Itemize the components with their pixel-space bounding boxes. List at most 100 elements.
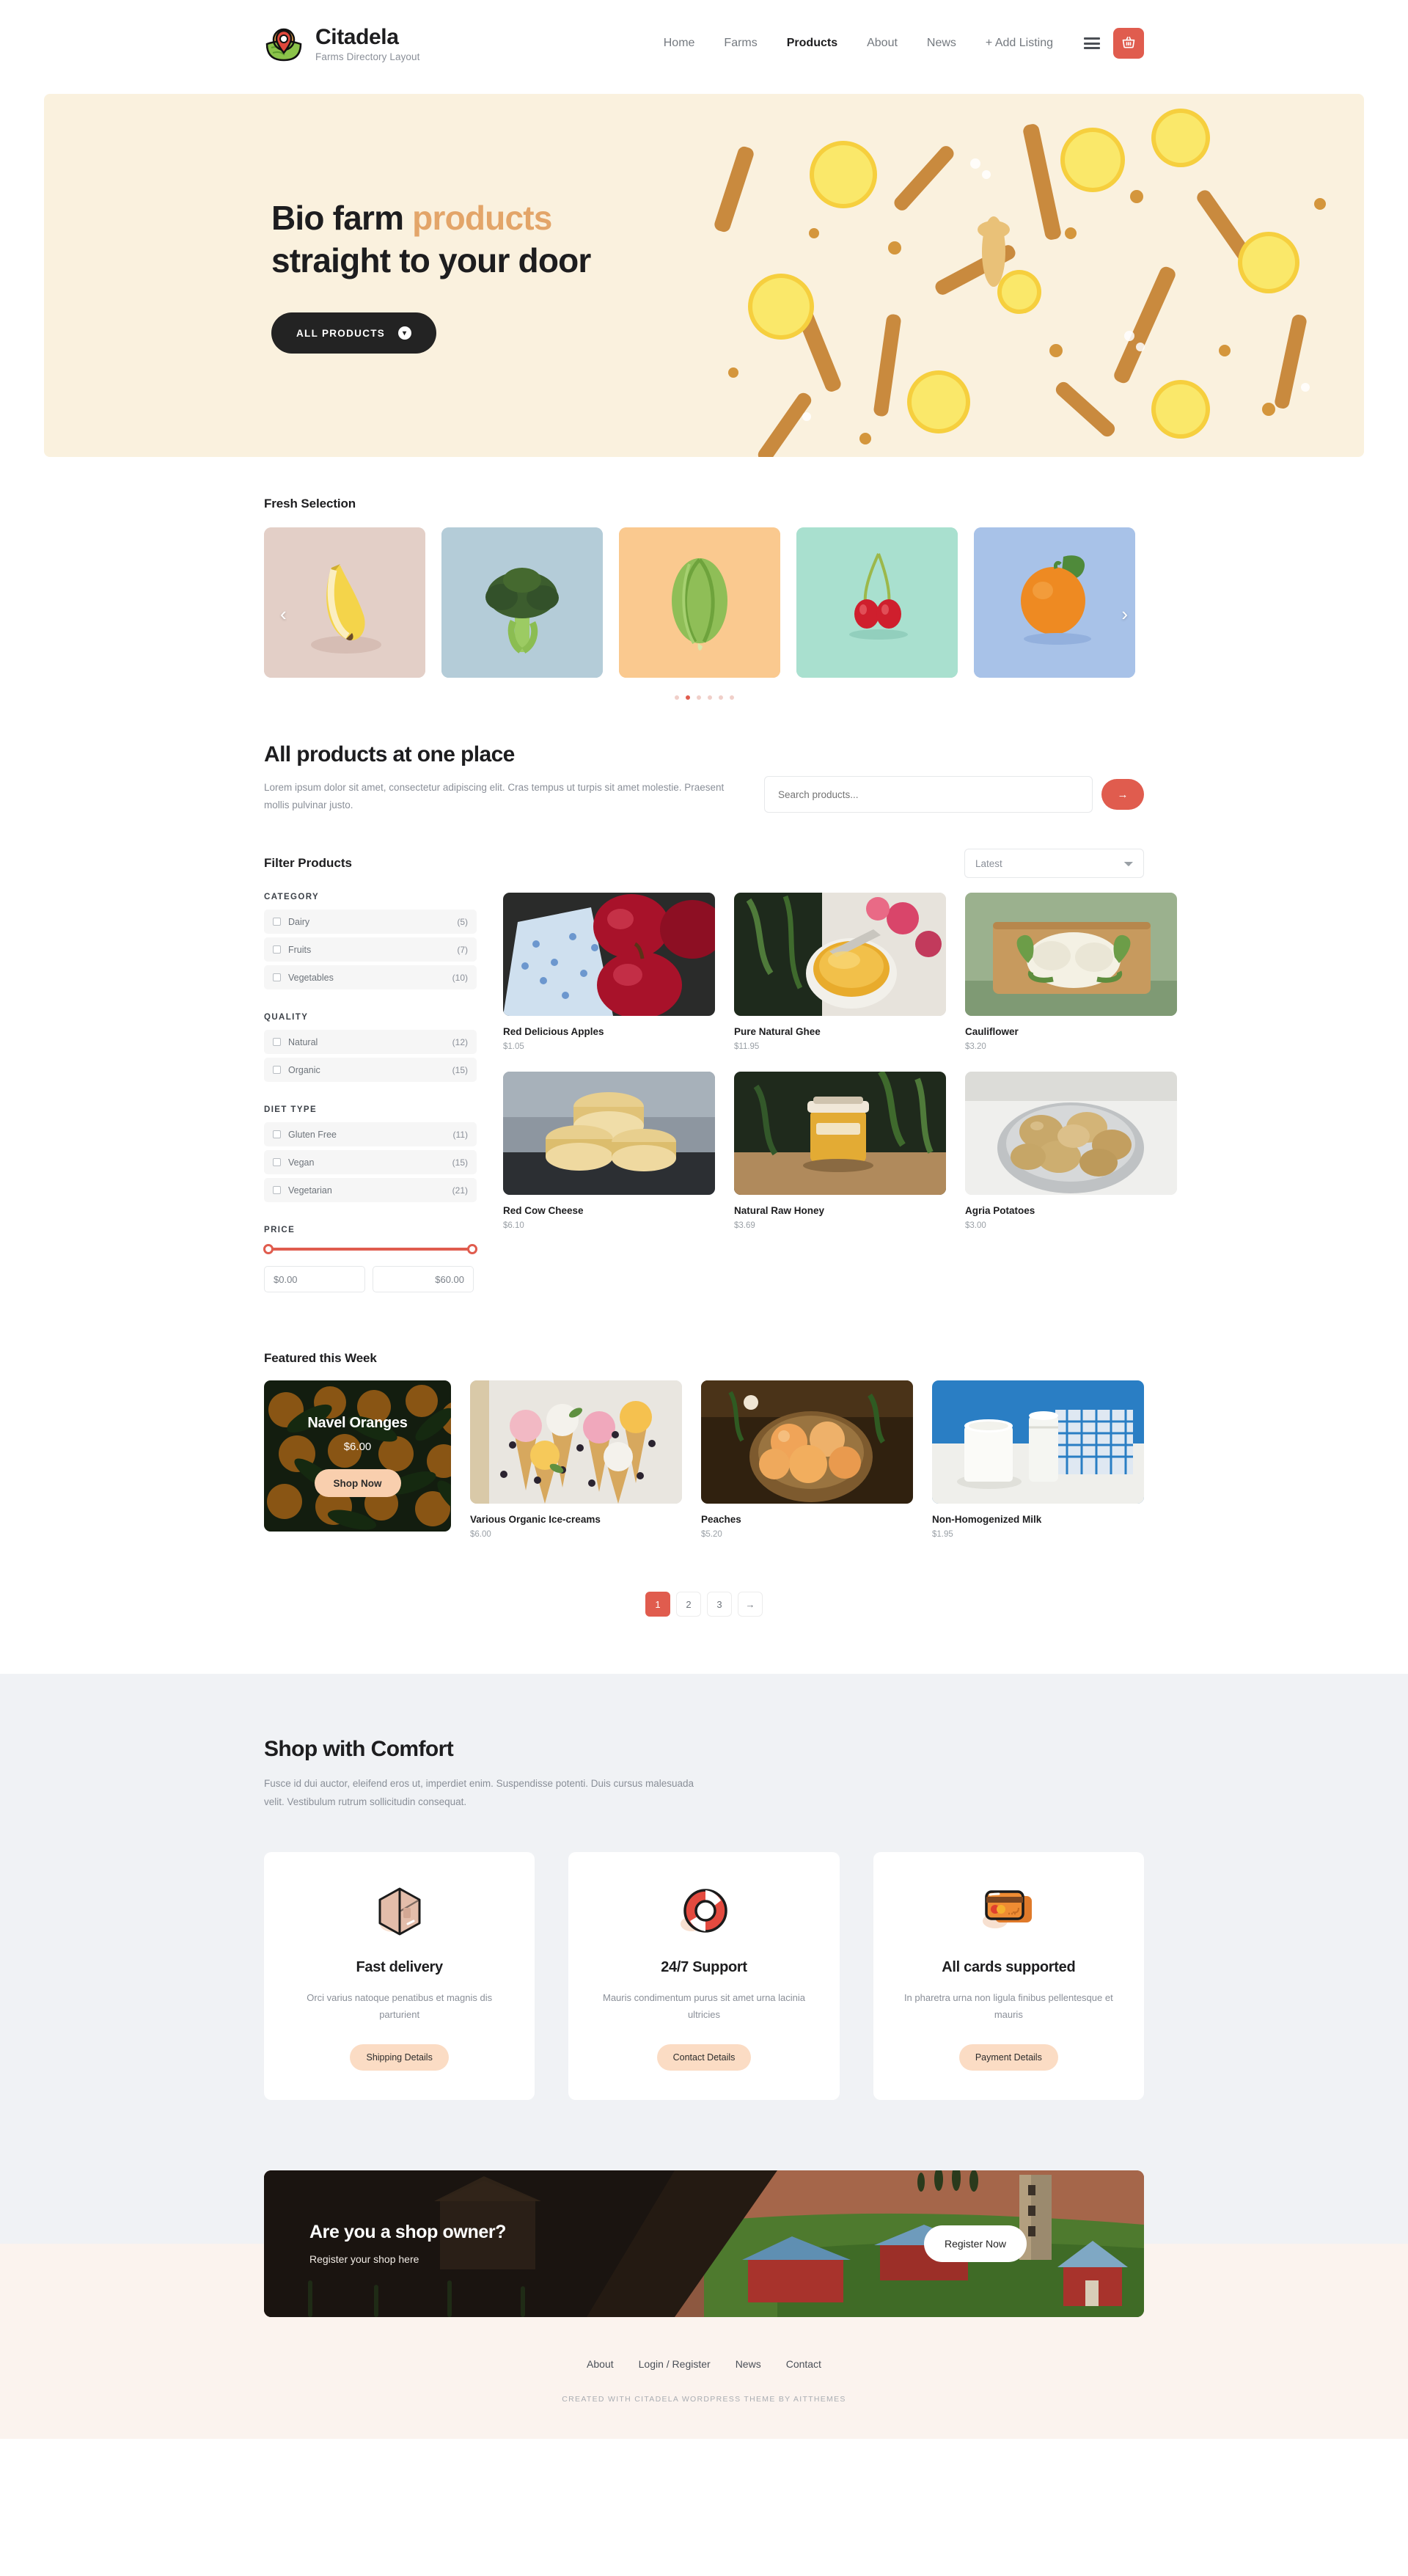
featured-hero-card-navel-oranges[interactable]: Navel Oranges $6.00 Shop Now bbox=[264, 1380, 451, 1532]
carousel-dot-1[interactable] bbox=[685, 695, 690, 700]
checkbox-natural[interactable] bbox=[273, 1038, 281, 1047]
cart-button[interactable] bbox=[1113, 28, 1144, 59]
product-grid: Red Delicious Apples $1.05 Pure Natural … bbox=[503, 893, 1177, 1230]
shopping-basket-icon bbox=[1121, 35, 1136, 52]
page-button-2[interactable]: 2 bbox=[676, 1592, 701, 1617]
contact-details-button[interactable]: Contact Details bbox=[656, 2043, 752, 2071]
footer-link-news[interactable]: News bbox=[736, 2358, 761, 2370]
product-card-peaches[interactable]: Peaches $5.20 bbox=[701, 1380, 913, 1539]
shop-now-button[interactable]: Shop Now bbox=[314, 1469, 401, 1498]
search-input[interactable] bbox=[764, 776, 1093, 813]
featured-section: Navel Oranges $6.00 Shop Now Various Org… bbox=[264, 1380, 1144, 1539]
nav-item-add-listing[interactable]: + Add Listing bbox=[971, 37, 1068, 49]
price-range-slider[interactable] bbox=[263, 1243, 477, 1256]
price-slider-min-handle[interactable] bbox=[263, 1244, 274, 1255]
carousel-dot-5[interactable] bbox=[729, 695, 734, 700]
product-search: → bbox=[764, 776, 1144, 813]
filter-option-vegetables[interactable]: Vegetables (10) bbox=[264, 965, 477, 990]
hero-title-accent: products bbox=[412, 198, 552, 237]
hero-title: Bio farm products straight to your door bbox=[271, 197, 591, 282]
checkbox-vegetarian[interactable] bbox=[273, 1186, 281, 1195]
nav-item-home[interactable]: Home bbox=[649, 37, 710, 49]
shop-owner-banner: Are you a shop owner? Register your shop… bbox=[264, 2170, 1144, 2317]
product-card-cauliflower[interactable]: Cauliflower $3.20 bbox=[965, 893, 1177, 1051]
carousel-slide-banana[interactable] bbox=[264, 527, 425, 678]
shipping-details-button[interactable]: Shipping Details bbox=[350, 2043, 449, 2071]
product-price: $1.05 bbox=[503, 1042, 524, 1052]
price-max-input[interactable] bbox=[373, 1266, 474, 1293]
nav-item-about[interactable]: About bbox=[852, 37, 912, 49]
product-price: $6.10 bbox=[503, 1221, 524, 1231]
product-price: $3.20 bbox=[965, 1042, 986, 1052]
brand-logo-link[interactable]: Citadela Farms Directory Layout bbox=[264, 23, 420, 63]
search-submit-button[interactable]: → bbox=[1101, 779, 1144, 810]
price-min-input[interactable] bbox=[264, 1266, 365, 1293]
carousel-dot-2[interactable] bbox=[696, 695, 701, 700]
nav-item-news[interactable]: News bbox=[912, 37, 971, 49]
product-name: Agria Potatoes bbox=[965, 1205, 1035, 1217]
checkbox-vegan[interactable] bbox=[273, 1158, 281, 1167]
chevron-left-icon[interactable]: ‹ bbox=[280, 604, 287, 623]
comfort-lead: Fusce id dui auctor, eleifend eros ut, i… bbox=[264, 1778, 694, 1807]
checkbox-fruits[interactable] bbox=[273, 945, 281, 954]
pagination: 1 2 3 → bbox=[264, 1592, 1144, 1674]
product-card-red-cow-cheese[interactable]: Red Cow Cheese $6.10 bbox=[503, 1072, 715, 1230]
all-products-description: Lorem ipsum dolor sit amet, consectetur … bbox=[264, 782, 725, 811]
carousel-slide-cherries[interactable] bbox=[796, 527, 958, 678]
comfort-card-text: Orci varius natoque penatibus et magnis … bbox=[307, 1991, 493, 2021]
checkbox-gluten-free[interactable] bbox=[273, 1130, 281, 1139]
product-card-pure-natural-ghee[interactable]: Pure Natural Ghee $11.95 bbox=[734, 893, 946, 1051]
filter-products-title: Filter Products bbox=[264, 856, 352, 871]
filter-count-vegan: (15) bbox=[452, 1157, 468, 1168]
filter-option-natural[interactable]: Natural (12) bbox=[264, 1030, 477, 1055]
footer-link-login-register[interactable]: Login / Register bbox=[639, 2358, 711, 2370]
carousel-slide-broccoli[interactable] bbox=[441, 527, 603, 678]
payment-details-button[interactable]: Payment Details bbox=[958, 2043, 1058, 2071]
filter-option-gluten-free[interactable]: Gluten Free (11) bbox=[264, 1122, 477, 1147]
chevron-right-icon[interactable]: › bbox=[1121, 604, 1128, 623]
price-slider-max-handle[interactable] bbox=[467, 1244, 477, 1255]
product-card-various-organic-ice-creams[interactable]: Various Organic Ice-creams $6.00 bbox=[470, 1380, 682, 1539]
checkbox-dairy[interactable] bbox=[273, 918, 281, 926]
checkbox-vegetables[interactable] bbox=[273, 973, 281, 982]
product-card-non-homogenized-milk[interactable]: Non-Homogenized Milk $1.95 bbox=[932, 1380, 1144, 1539]
carousel-slide-cabbage[interactable] bbox=[619, 527, 780, 678]
sort-select[interactable]: Latest Price low to high Price high to l… bbox=[964, 849, 1144, 879]
filter-option-vegetarian[interactable]: Vegetarian (21) bbox=[264, 1178, 477, 1203]
site-header: Citadela Farms Directory Layout Home Far… bbox=[0, 0, 1408, 87]
carousel-slide-orange[interactable] bbox=[974, 527, 1135, 678]
page-button-1[interactable]: 1 bbox=[645, 1592, 670, 1617]
all-products-button[interactable]: ALL PRODUCTS ▾ bbox=[271, 312, 437, 354]
carousel-dot-3[interactable] bbox=[707, 695, 712, 700]
footer-link-contact[interactable]: Contact bbox=[786, 2358, 821, 2370]
product-price: $3.00 bbox=[965, 1221, 986, 1231]
product-price: $3.69 bbox=[734, 1221, 755, 1231]
filter-option-fruits[interactable]: Fruits (7) bbox=[264, 937, 477, 962]
carousel-dot-0[interactable] bbox=[674, 695, 679, 700]
product-card-agria-potatoes[interactable]: Agria Potatoes $3.00 bbox=[965, 1072, 1177, 1230]
product-card-red-delicious-apples[interactable]: Red Delicious Apples $1.05 bbox=[503, 893, 715, 1051]
comfort-card-text: In pharetra urna non ligula finibus pell… bbox=[903, 1991, 1113, 2021]
filter-option-dairy[interactable]: Dairy (5) bbox=[264, 910, 477, 934]
product-image-honey bbox=[734, 1072, 946, 1196]
citadela-logo-icon bbox=[264, 23, 304, 63]
product-name: Pure Natural Ghee bbox=[734, 1026, 821, 1038]
filter-option-organic[interactable]: Organic (15) bbox=[264, 1058, 477, 1083]
register-now-button[interactable]: Register Now bbox=[923, 2225, 1027, 2262]
filter-label-vegan: Vegan bbox=[288, 1157, 315, 1168]
comfort-card-title: 24/7 Support bbox=[661, 1958, 747, 1975]
product-card-natural-raw-honey[interactable]: Natural Raw Honey $3.69 bbox=[734, 1072, 946, 1230]
nav-item-products[interactable]: Products bbox=[772, 37, 852, 49]
product-image-potatoes bbox=[965, 1072, 1177, 1196]
carousel-dot-4[interactable] bbox=[718, 695, 723, 700]
footer-link-about[interactable]: About bbox=[587, 2358, 614, 2370]
page-button-3[interactable]: 3 bbox=[707, 1592, 732, 1617]
next-page-button[interactable]: → bbox=[738, 1592, 763, 1617]
checkbox-organic[interactable] bbox=[273, 1066, 281, 1075]
nav-item-farms[interactable]: Farms bbox=[709, 37, 771, 49]
carousel-dots bbox=[264, 695, 1144, 700]
filter-label-vegetarian: Vegetarian bbox=[288, 1185, 332, 1196]
filter-option-vegan[interactable]: Vegan (15) bbox=[264, 1150, 477, 1175]
filter-label-vegetables: Vegetables bbox=[288, 972, 334, 983]
hamburger-icon[interactable] bbox=[1084, 37, 1100, 49]
